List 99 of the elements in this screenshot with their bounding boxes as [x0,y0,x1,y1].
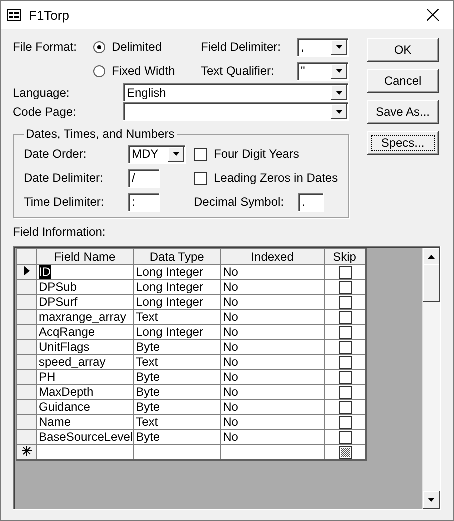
dropdown-arrow-icon [336,69,342,73]
new-record-icon [22,446,32,456]
skip-checkbox[interactable] [339,400,352,414]
dialog-button[interactable]: Specs... [367,131,439,155]
radio-button[interactable] [93,64,106,78]
table-cell: Name [36,414,134,430]
table-cell: DPSub [36,280,134,294]
table-cell: Text [134,310,221,324]
field-label: Text Qualifier: [201,64,276,78]
column-header[interactable]: Data Type [134,248,221,264]
vertical-scrollbar[interactable] [422,248,440,509]
skip-checkbox[interactable] [339,386,352,398]
table-cell: No [220,280,325,294]
scroll-thumb[interactable] [423,264,440,302]
table-cell: AcqRange [36,324,134,340]
date-delimiter-field[interactable]: / [128,168,160,188]
table-cell: No [220,354,325,370]
radio-label: Fixed Width [112,64,176,78]
table-cell: Byte [134,340,221,354]
scroll-up-icon [428,255,435,259]
dropdown-arrow-icon [336,90,342,94]
skip-checkbox[interactable] [339,416,352,428]
column-header[interactable]: Field Name [36,248,134,264]
table-cell: No [220,430,325,444]
date-order-dropdown[interactable]: MDY [128,144,186,164]
table-cell: Byte [134,400,221,414]
checkbox[interactable] [194,148,207,160]
table-cell: No [220,400,325,414]
table-cell: UnitFlags [36,340,134,354]
table-cell: DPSurf [36,294,134,310]
dialog-button[interactable]: Cancel [367,69,439,93]
window-form-icon [7,9,21,21]
dropdown-arrow-icon [336,45,342,49]
delimiter-dropdown[interactable]: , [297,38,349,56]
window-title: F1Torp [29,8,70,22]
table-cell: Long Integer [134,264,221,280]
skip-checkbox[interactable] [339,340,352,354]
radio-button[interactable] [93,40,106,54]
skip-checkbox[interactable] [339,310,352,324]
table-cell: Byte [134,430,221,444]
table-cell: speed_array [36,354,134,370]
skip-checkbox[interactable] [339,296,352,308]
field-label: Decimal Symbol: [194,195,286,209]
table-cell: No [220,324,325,340]
decimal-symbol-field[interactable]: . [298,192,324,212]
table-cell: Byte [134,384,221,400]
dialog-button[interactable]: Save As... [367,100,439,124]
field-label: Date Order: [24,147,88,161]
skip-checkbox[interactable] [339,370,352,384]
checkbox[interactable] [194,172,207,184]
table-cell: No [220,370,325,384]
row-selector[interactable] [16,264,36,280]
section-label: Field Information: [13,225,106,239]
table-cell: Long Integer [134,294,221,310]
table-cell: No [220,414,325,430]
table-cell: PH [36,370,134,384]
field-label: Field Delimiter: [201,40,282,54]
time-delimiter-field[interactable]: : [128,192,160,212]
checkbox-label: Four Digit Years [214,147,300,161]
skip-checkbox[interactable] [339,356,352,368]
dropdown-arrow-icon [336,110,342,114]
code-page-dropdown[interactable] [123,102,349,121]
table-cell: Long Integer [134,324,221,340]
table-cell: No [220,264,325,280]
field-label: Code Page: [13,104,78,118]
field-label: Language: [13,86,71,100]
table-cell: Text [134,354,221,370]
table-cell: No [220,384,325,400]
table-cell: Text [134,414,221,430]
skip-checkbox[interactable] [339,326,352,338]
field-label: Time Delimiter: [24,195,106,209]
dropdown-arrow-icon [172,152,180,156]
language-dropdown[interactable]: English [123,83,349,102]
table-cell: Byte [134,370,221,384]
group-title: Dates, Times, and Numbers [25,127,176,141]
table-cell: MaxDepth [36,384,134,400]
table-cell: Long Integer [134,280,221,294]
radio-label: Delimited [112,40,162,54]
table-cell: ID [36,264,134,280]
table-cell: No [220,340,325,354]
table-cell: Guidance [36,400,134,414]
field-label: File Format: [13,40,78,54]
table-cell: No [220,294,325,310]
table-cell: No [220,310,325,324]
current-row-icon [24,266,30,276]
column-header[interactable]: Skip [324,248,366,264]
disabled-checkbox-icon [339,446,352,458]
table-cell: maxrange_array [36,310,134,324]
close-icon [427,9,439,21]
column-header[interactable]: Indexed [220,248,325,264]
skip-checkbox[interactable] [339,280,352,294]
skip-checkbox[interactable] [339,266,352,278]
checkbox-label: Leading Zeros in Dates [214,171,338,185]
scroll-down-icon [428,498,435,502]
dialog-button[interactable]: OK [367,38,439,62]
qualifier-dropdown[interactable]: " [297,62,349,80]
table-cell: BaseSourceLevel [36,430,134,444]
skip-checkbox[interactable] [339,430,352,444]
field-label: Date Delimiter: [24,171,104,185]
